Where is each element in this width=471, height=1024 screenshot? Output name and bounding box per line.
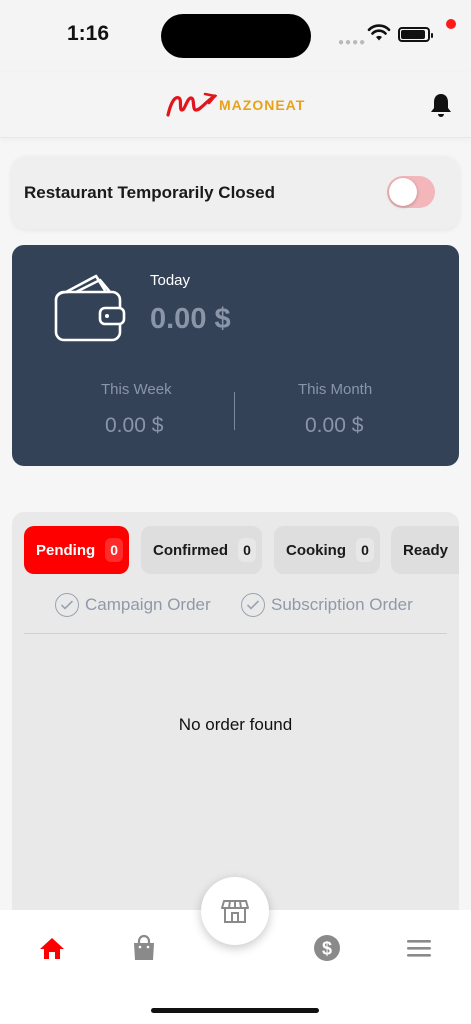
earnings-card: Today 0.00 $ This Week 0.00 $ This Month… [12, 245, 459, 466]
home-indicator [151, 1008, 319, 1013]
tab-confirmed[interactable]: Confirmed 0 [141, 526, 262, 574]
brand-name: MAZONEAT [219, 97, 306, 113]
wifi-icon [367, 24, 391, 41]
wallet-icon [54, 274, 126, 342]
tab-cooking-label: Cooking [286, 541, 346, 559]
filter-divider [24, 633, 447, 634]
subscription-order-filter[interactable]: Subscription Order [241, 593, 413, 617]
check-circle-icon [55, 593, 79, 617]
earnings-divider [234, 392, 235, 430]
toggle-knob [389, 178, 417, 206]
status-bar: 1:16 ●●●● [0, 0, 471, 72]
tab-ready-label: Ready [403, 541, 449, 559]
tab-confirmed-label: Confirmed [153, 541, 228, 559]
dynamic-island [161, 14, 311, 58]
this-week-label: This Week [101, 381, 172, 398]
tab-cooking-count: 0 [356, 538, 374, 562]
app-header: MAZONEAT [0, 72, 471, 138]
home-icon[interactable] [38, 934, 66, 962]
store-icon [221, 900, 249, 923]
check-circle-icon [241, 593, 265, 617]
temporarily-closed-toggle[interactable] [387, 176, 435, 208]
campaign-order-label: Campaign Order [85, 595, 211, 614]
brand-logo: MAZONEAT [165, 90, 305, 120]
tab-pending[interactable]: Pending 0 [24, 526, 129, 574]
svg-text:$: $ [322, 939, 332, 959]
tab-cooking[interactable]: Cooking 0 [274, 526, 380, 574]
today-amount: 0.00 $ [150, 303, 231, 335]
menu-icon[interactable] [405, 934, 433, 962]
tab-pending-label: Pending [36, 541, 96, 559]
empty-orders-message: No order found [178, 715, 293, 734]
signal-icon: ●●●● [338, 37, 367, 48]
tab-pending-count: 0 [105, 538, 124, 562]
dollar-icon[interactable]: $ [313, 934, 341, 962]
this-month-amount: 0.00 $ [305, 414, 364, 437]
subscription-order-label: Subscription Order [271, 595, 413, 614]
tab-ready[interactable]: Ready [391, 526, 459, 574]
this-week-amount: 0.00 $ [105, 414, 164, 437]
temporarily-closed-label: Restaurant Temporarily Closed [24, 183, 275, 202]
tab-confirmed-count: 0 [238, 538, 256, 562]
orders-panel: Pending 0 Confirmed 0 Cooking 0 Ready Ca… [12, 512, 459, 932]
shopping-bag-icon[interactable] [130, 934, 158, 962]
campaign-order-filter[interactable]: Campaign Order [55, 593, 211, 617]
notification-dot [446, 19, 456, 29]
logo-mark-icon [166, 92, 217, 117]
temporarily-closed-card: Restaurant Temporarily Closed [12, 157, 459, 229]
store-button[interactable] [201, 877, 269, 945]
battery-icon [398, 27, 433, 42]
status-time: 1:16 [67, 22, 110, 45]
notification-bell-icon[interactable] [429, 92, 453, 118]
today-label: Today [150, 272, 191, 289]
this-month-label: This Month [298, 381, 373, 398]
